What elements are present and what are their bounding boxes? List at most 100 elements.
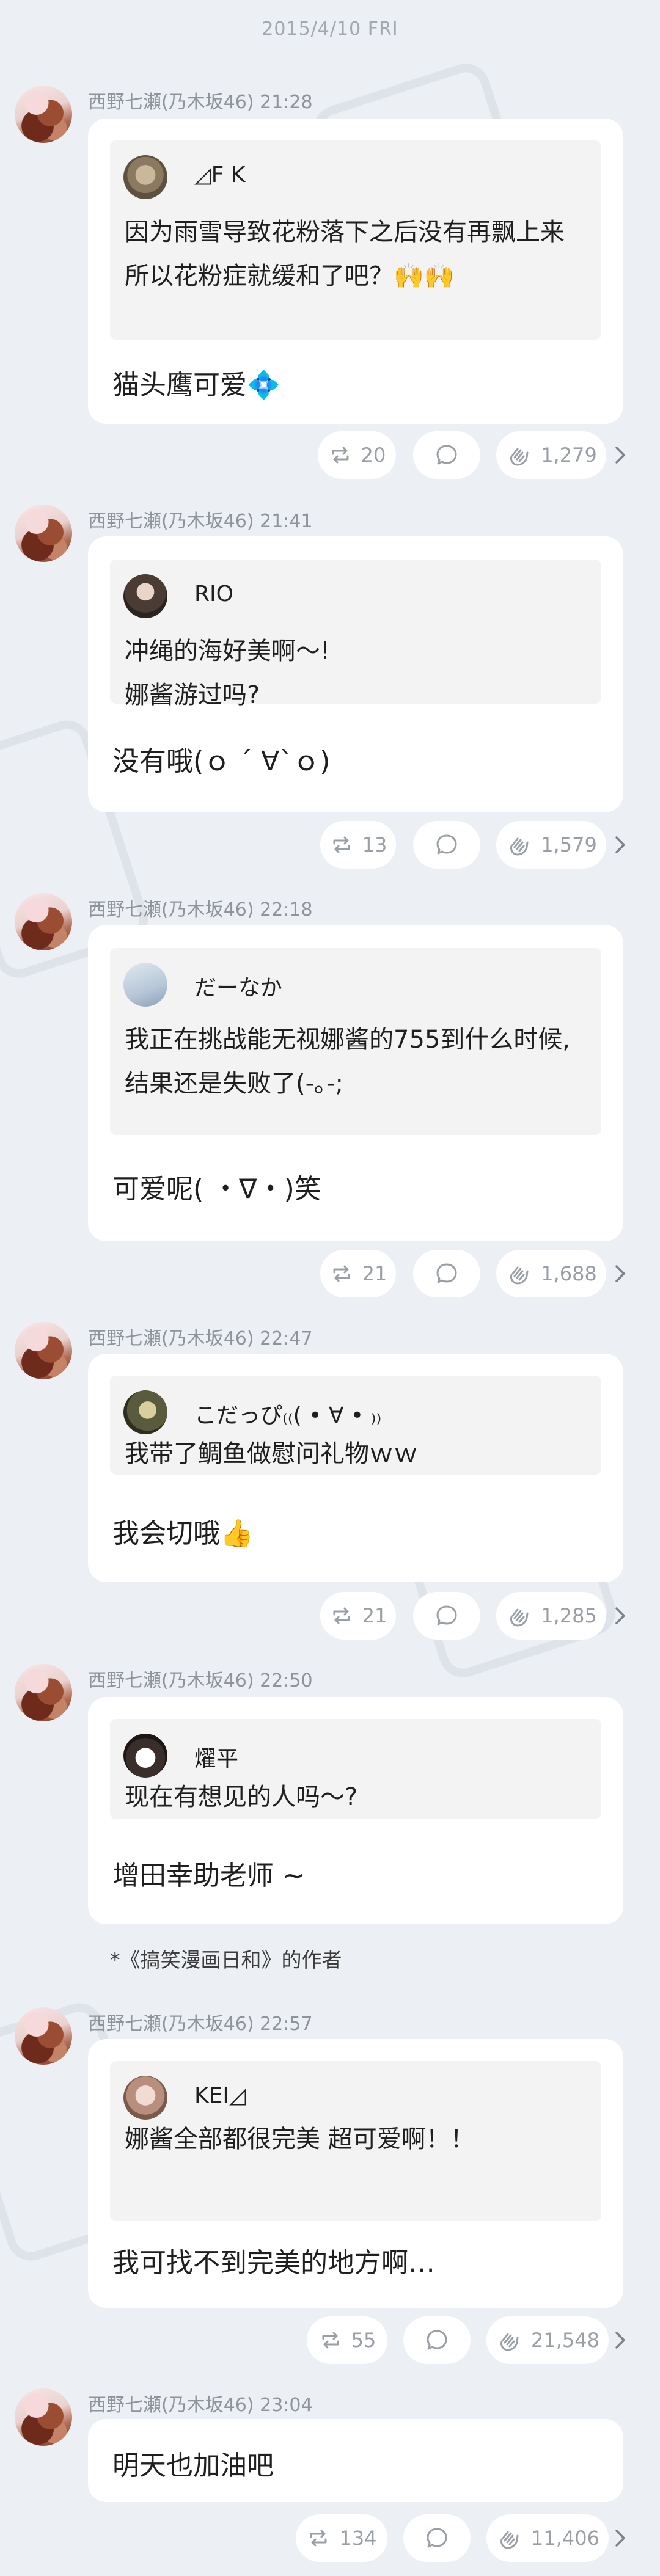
reply-text: 我会切哦👍 [112, 1518, 254, 1549]
quoted-comment[interactable]: KEI◿ 娜酱全部都很完美 超可爱啊！！ [110, 2061, 601, 2221]
chevron-right-icon[interactable] [604, 828, 637, 861]
avatar[interactable] [15, 1664, 72, 1721]
message-bubble: RIO 冲绳的海好美啊〜! 娜酱游过吗? 没有哦(ｏ ´ ∀`ｏ) [88, 536, 623, 812]
clap-icon [496, 2525, 522, 2552]
quoted-comment[interactable]: だーなか 我正在挑战能无视娜酱的755到什么时候, 结果还是失败了(-｡-; [110, 948, 601, 1135]
clap-button[interactable]: 1,579 [496, 821, 606, 869]
quoted-text: 因为雨雪导致花粉落下之后没有再飘上来 所以花粉症就缓和了吧？🙌🙌 [125, 218, 565, 290]
clap-icon [496, 2327, 522, 2354]
sender-meta: 西野七瀬(乃木坂46) 22:50 [88, 1670, 313, 1691]
chevron-right-icon[interactable] [604, 439, 637, 472]
avatar[interactable] [15, 86, 72, 143]
comment-icon [433, 1602, 460, 1629]
quoted-user-name: RIO [194, 582, 233, 607]
message-bubble: KEI◿ 娜酱全部都很完美 超可爱啊！！ 我可找不到完美的地方啊… [88, 2039, 623, 2308]
avatar[interactable] [15, 893, 72, 950]
repost-button[interactable]: 13 [320, 821, 396, 869]
clap-count: 1,285 [541, 1604, 597, 1627]
repost-button[interactable]: 134 [296, 2514, 387, 2562]
repost-button[interactable]: 21 [320, 1250, 396, 1297]
sender-meta: 西野七瀬(乃木坂46) 21:28 [88, 92, 313, 113]
comment-icon [433, 442, 460, 469]
quoted-user-avatar [123, 155, 167, 199]
repost-icon [329, 833, 354, 857]
message-bubble: ◿F K 因为雨雪导致花粉落下之后没有再飘上来 所以花粉症就缓和了吧？🙌🙌 猫头… [88, 119, 623, 424]
repost-icon [318, 2328, 343, 2352]
clap-button[interactable]: 1,688 [496, 1250, 606, 1297]
clap-button[interactable]: 1,285 [496, 1592, 606, 1640]
clap-count: 21,548 [531, 2329, 600, 2352]
action-bar: 134 11,406 [0, 2514, 660, 2562]
quoted-user-name: KEI◿ [194, 2083, 246, 2108]
sender-meta: 西野七瀬(乃木坂46) 21:41 [88, 511, 313, 532]
quoted-comment[interactable]: 燿平 现在有想见的人吗〜? [110, 1719, 601, 1819]
comment-button[interactable] [413, 1592, 480, 1640]
comment-icon [433, 831, 460, 858]
action-bar: 21 1,285 [0, 1592, 660, 1640]
repost-button[interactable]: 21 [320, 1592, 396, 1640]
clap-icon [505, 1602, 532, 1629]
clap-icon [505, 831, 532, 858]
avatar[interactable] [15, 2388, 72, 2446]
quoted-comment[interactable]: ◿F K 因为雨雪导致花粉落下之后没有再飘上来 所以花粉症就缓和了吧？🙌🙌 [110, 140, 601, 340]
quoted-text: 现在有想见的人吗〜? [125, 1783, 358, 1811]
message-bubble: 明天也加油吧 [88, 2419, 623, 2502]
comment-icon [424, 2525, 450, 2552]
message-bubble: 燿平 现在有想见的人吗〜? 增田幸助老师 ~ [88, 1697, 623, 1924]
quoted-user-avatar [123, 2076, 167, 2120]
comment-button[interactable] [413, 821, 480, 869]
avatar[interactable] [15, 2007, 72, 2065]
quoted-user-name: 燿平 [194, 1746, 239, 1771]
repost-icon [306, 2526, 331, 2550]
reply-text: 没有哦(ｏ ´ ∀`ｏ) [112, 746, 331, 777]
quoted-user-name: こだっぴ₍₍( • ∀ • ₎₎ [194, 1403, 382, 1428]
chevron-right-icon[interactable] [604, 1257, 637, 1290]
message-bubble: だーなか 我正在挑战能无视娜酱的755到什么时候, 结果还是失败了(-｡-; 可… [88, 925, 623, 1241]
action-bar: 13 1,579 [0, 821, 660, 869]
comment-button[interactable] [413, 1250, 480, 1297]
quoted-text: 娜酱全部都很完美 超可爱啊！！ [125, 2125, 475, 2153]
comment-button[interactable] [403, 2316, 471, 2364]
sender-meta: 西野七瀬(乃木坂46) 22:57 [88, 2013, 313, 2035]
chevron-right-icon[interactable] [604, 2324, 637, 2357]
chevron-right-icon[interactable] [604, 1599, 637, 1632]
repost-count: 21 [362, 1604, 387, 1627]
quoted-user-avatar [123, 574, 167, 618]
date-header: 2015/4/10 FRI [262, 18, 398, 40]
clap-button[interactable]: 1,279 [496, 431, 606, 479]
reply-text: 猫头鹰可爱💠 [112, 370, 280, 401]
action-bar: 55 21,548 [0, 2316, 660, 2364]
quoted-text: 我带了鲷鱼做慰问礼物ｗｗ [125, 1440, 418, 1468]
clap-count: 1,688 [541, 1262, 597, 1285]
clap-icon [505, 1260, 532, 1287]
repost-button[interactable]: 20 [318, 431, 396, 479]
quoted-comment[interactable]: RIO 冲绳的海好美啊〜! 娜酱游过吗? [110, 560, 601, 709]
sender-meta: 西野七瀬(乃木坂46) 22:18 [88, 899, 313, 921]
avatar[interactable] [15, 505, 72, 562]
avatar[interactable] [15, 1322, 72, 1379]
clap-count: 1,579 [541, 833, 597, 856]
clap-icon [505, 442, 532, 469]
comment-button[interactable] [413, 431, 480, 479]
action-bar: 20 1,279 [0, 431, 660, 479]
repost-icon [328, 443, 353, 467]
sender-meta: 西野七瀬(乃木坂46) 23:04 [88, 2395, 313, 2416]
chevron-right-icon[interactable] [604, 2522, 637, 2555]
footnote: *《搞笑漫画日和》的作者 [110, 1948, 342, 1972]
quoted-user-name: ◿F K [194, 162, 246, 188]
repost-icon [329, 1261, 354, 1286]
quoted-user-avatar [123, 1734, 167, 1778]
reply-text: 可爱呢( ・∇・)笑 [112, 1173, 321, 1205]
reply-text: 明天也加油吧 [112, 2450, 274, 2481]
comment-button[interactable] [403, 2514, 471, 2562]
reply-text: 我可找不到完美的地方啊… [112, 2247, 435, 2279]
quoted-comment[interactable]: こだっぴ₍₍( • ∀ • ₎₎ 我带了鲷鱼做慰问礼物ｗｗ [110, 1376, 601, 1475]
quoted-user-name: だーなか [194, 976, 283, 1001]
clap-count: 1,279 [541, 443, 597, 467]
clap-button[interactable]: 11,406 [486, 2514, 609, 2562]
reply-text: 增田幸助老师 ~ [112, 1860, 305, 1891]
repost-button[interactable]: 55 [307, 2316, 387, 2364]
repost-count: 134 [339, 2527, 377, 2550]
quoted-text: 我正在挑战能无视娜酱的755到什么时候, 结果还是失败了(-｡-; [125, 1026, 571, 1098]
clap-button[interactable]: 21,548 [486, 2316, 609, 2364]
